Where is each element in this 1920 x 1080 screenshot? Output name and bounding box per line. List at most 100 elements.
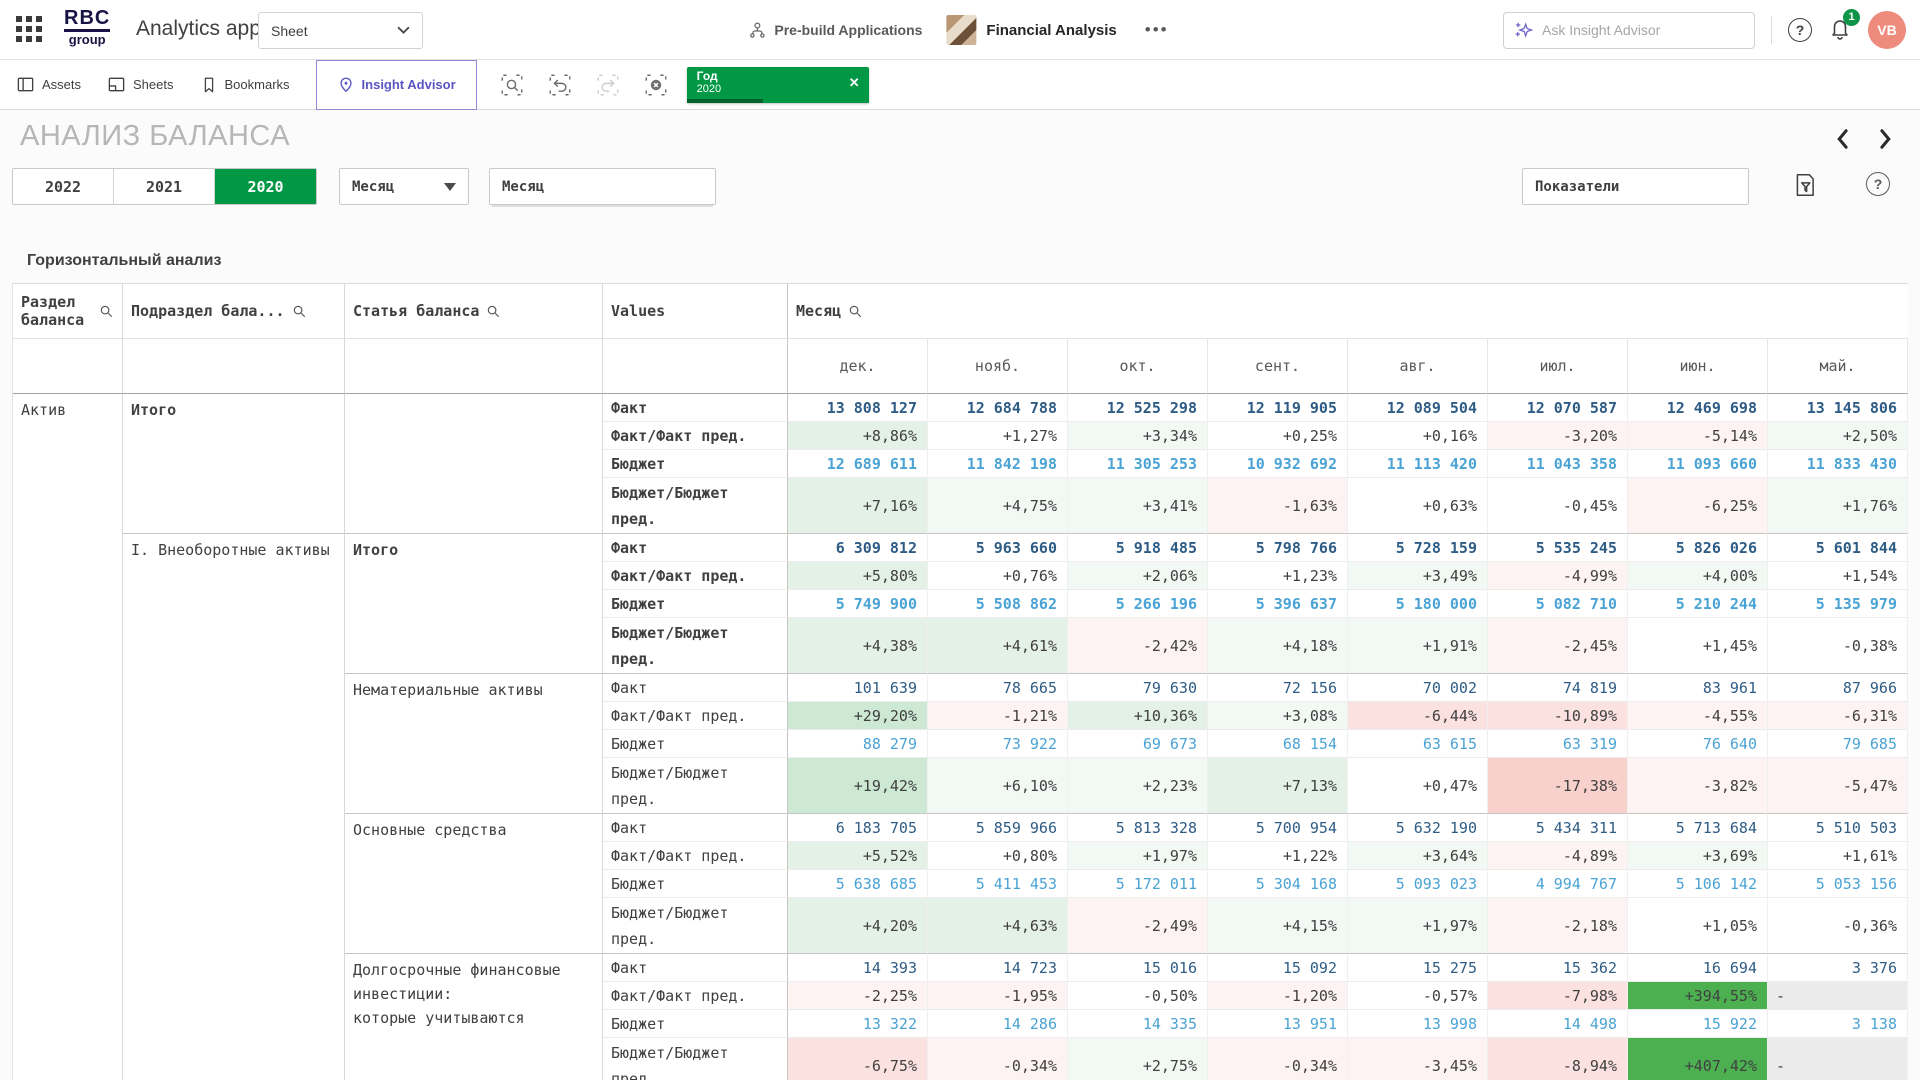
month-column-header[interactable]: авг. (1348, 339, 1488, 394)
row-header-statya[interactable]: Основные средства (345, 814, 603, 954)
table-cell: 11 113 420 (1348, 450, 1488, 478)
help-icon[interactable]: ? (1788, 18, 1812, 42)
row-header-statya[interactable]: Нематериальные активы (345, 674, 603, 814)
redo-selection-icon[interactable] (595, 72, 621, 98)
month-column-header[interactable]: дек. (788, 339, 928, 394)
tab-label: Bookmarks (225, 77, 290, 92)
value-row-label[interactable]: Бюджет (603, 590, 788, 618)
search-icon[interactable] (292, 304, 307, 319)
current-app[interactable]: Financial Analysis (946, 15, 1116, 45)
year-button-2022[interactable]: 2022 (13, 169, 114, 204)
search-icon[interactable] (486, 304, 501, 319)
chip-close-icon[interactable]: ✕ (849, 75, 860, 91)
month-column-header[interactable]: июл. (1488, 339, 1628, 394)
column-header-4[interactable]: Values (603, 284, 788, 339)
value-row-label[interactable]: Факт/Факт пред. (603, 562, 788, 590)
topbar-right: ? 1 VB (1503, 0, 1906, 60)
table-cell: +1,54% (1768, 562, 1908, 590)
clear-selections-icon[interactable] (643, 72, 669, 98)
prev-sheet-icon[interactable] (1834, 128, 1850, 150)
value-row-label[interactable]: Факт/Факт пред. (603, 702, 788, 730)
tab-bookmarks[interactable]: Bookmarks (200, 76, 290, 94)
value-row-label[interactable]: Бюджет (603, 870, 788, 898)
smart-search-icon[interactable] (499, 72, 525, 98)
next-sheet-icon[interactable] (1878, 128, 1894, 150)
table-cell: 5 053 156 (1768, 870, 1908, 898)
value-row-label[interactable]: Бюджет/Бюджет пред. (603, 478, 788, 534)
row-header-razdel[interactable]: Актив (13, 394, 123, 1080)
filter-chip-year[interactable]: Год 2020 ✕ (687, 67, 869, 103)
insight-advisor-search[interactable] (1503, 12, 1755, 49)
search-icon[interactable] (848, 304, 863, 319)
column-header-3[interactable]: Статья баланса (345, 284, 603, 339)
row-header-podrazdel[interactable]: Итого (123, 394, 345, 534)
tab-assets[interactable]: Assets (16, 75, 81, 94)
sheet-title: АНАЛИЗ БАЛАНСА (20, 120, 290, 153)
sheet-help-icon[interactable]: ? (1866, 172, 1890, 196)
table-cell: 14 335 (1068, 1010, 1208, 1038)
value-row-label[interactable]: Факт (603, 534, 788, 562)
column-header-1[interactable]: Раздел баланса (13, 284, 123, 339)
undo-selection-icon[interactable] (547, 72, 573, 98)
row-header-statya[interactable] (345, 394, 603, 534)
value-row-label[interactable]: Бюджет (603, 730, 788, 758)
more-menu-icon[interactable]: ••• (1141, 20, 1173, 40)
rbc-group-logo[interactable]: RBC group (64, 8, 110, 46)
value-row-label[interactable]: Бюджет/Бюджет пред. (603, 618, 788, 674)
table-cell: 13 998 (1348, 1010, 1488, 1038)
table-cell: 5 411 453 (928, 870, 1068, 898)
app-launcher-icon[interactable] (16, 16, 44, 44)
table-cell: +1,97% (1348, 898, 1488, 954)
chip-field: Год (697, 70, 861, 83)
value-row-label[interactable]: Бюджет/Бюджет пред. (603, 1038, 788, 1080)
value-row-label[interactable]: Бюджет (603, 1010, 788, 1038)
table-cell: +7,13% (1208, 758, 1348, 814)
month-column-header[interactable]: июн. (1628, 339, 1768, 394)
column-header-2[interactable]: Подраздел бала... (123, 284, 345, 339)
logo-text: RBC (64, 8, 110, 32)
value-row-label[interactable]: Факт (603, 814, 788, 842)
value-row-label[interactable]: Факт (603, 954, 788, 982)
month-dimension-header[interactable]: Месяц (788, 284, 1908, 339)
row-header-statya[interactable]: Долгосрочные финансовые инвестиции: кото… (345, 954, 603, 1080)
month-dropdown[interactable]: Месяц (339, 168, 469, 205)
value-row-label[interactable]: Факт/Факт пред. (603, 422, 788, 450)
value-row-label[interactable]: Факт (603, 394, 788, 422)
user-avatar[interactable]: VB (1868, 11, 1906, 49)
export-filter-icon[interactable] (1793, 172, 1817, 198)
month-column-header[interactable]: май. (1768, 339, 1908, 394)
year-button-2020-selected[interactable]: 2020 (215, 169, 316, 204)
year-button-2021[interactable]: 2021 (114, 169, 215, 204)
value-row-label[interactable]: Факт/Факт пред. (603, 842, 788, 870)
tab-sheets[interactable]: Sheets (107, 75, 173, 94)
month-column-header[interactable]: нояб. (928, 339, 1068, 394)
sheet-selector-dropdown[interactable]: Sheet (258, 12, 423, 49)
tab-insight-advisor[interactable]: Insight Advisor (316, 60, 477, 110)
table-cell: 70 002 (1348, 674, 1488, 702)
table-cell: 5 728 159 (1348, 534, 1488, 562)
value-row-label[interactable]: Факт/Факт пред. (603, 982, 788, 1010)
value-row-label[interactable]: Факт (603, 674, 788, 702)
selection-tools (499, 72, 669, 98)
search-input[interactable] (1542, 22, 1744, 38)
table-cell: 11 833 430 (1768, 450, 1908, 478)
table-cell: 5 093 023 (1348, 870, 1488, 898)
prebuild-applications-link[interactable]: Pre-build Applications (747, 20, 922, 40)
search-icon[interactable] (99, 304, 114, 319)
month-column-header[interactable]: сент. (1208, 339, 1348, 394)
month-column-header[interactable]: окт. (1068, 339, 1208, 394)
value-row-label[interactable]: Бюджет/Бюджет пред. (603, 898, 788, 954)
table-cell: -0,36% (1768, 898, 1908, 954)
notifications-button[interactable]: 1 (1828, 16, 1852, 45)
table-cell: -1,63% (1208, 478, 1348, 534)
table-cell: 5 963 660 (928, 534, 1068, 562)
table-cell: -17,38% (1488, 758, 1628, 814)
table-cell: -2,25% (788, 982, 928, 1010)
value-row-label[interactable]: Бюджет/Бюджет пред. (603, 758, 788, 814)
indicators-listbox[interactable]: Показатели (1522, 168, 1749, 205)
row-header-statya[interactable]: Итого (345, 534, 603, 674)
month-listbox[interactable]: Месяц (489, 168, 716, 205)
value-row-label[interactable]: Бюджет (603, 450, 788, 478)
row-header-podrazdel[interactable]: I. Внеоборотные активы (123, 534, 345, 1080)
table-cell: +1,76% (1768, 478, 1908, 534)
